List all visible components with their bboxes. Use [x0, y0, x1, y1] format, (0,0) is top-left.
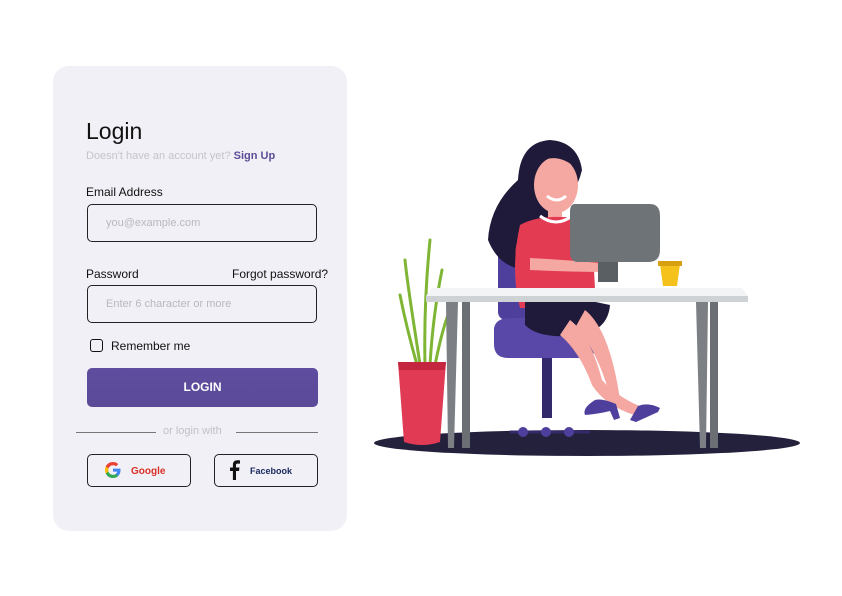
- chair-wheel: [541, 427, 551, 437]
- divider-left: [76, 432, 156, 433]
- google-label: Google: [131, 466, 166, 477]
- table-leg: [446, 302, 458, 448]
- remember-me-checkbox[interactable]: [90, 339, 103, 352]
- chair-wheel: [518, 427, 528, 437]
- no-account-text: Doesn't have an account yet?: [86, 150, 231, 162]
- coffee-cup-icon: [660, 264, 680, 286]
- forgot-password-link[interactable]: Forgot password?: [232, 267, 328, 281]
- remember-me-label: Remember me: [111, 339, 191, 353]
- facebook-label: Facebook: [250, 466, 293, 476]
- google-login-button[interactable]: Google: [87, 454, 191, 487]
- email-label: Email Address: [86, 185, 163, 199]
- workspace-illustration: [374, 140, 800, 456]
- sign-up-link[interactable]: Sign Up: [234, 150, 276, 162]
- chair-wheel: [564, 427, 574, 437]
- email-field[interactable]: you@example.com: [87, 204, 317, 242]
- signup-prompt: Doesn't have an account yet? Sign Up: [86, 150, 275, 162]
- plant-icon: [398, 238, 454, 367]
- table-leg: [696, 302, 708, 448]
- login-button[interactable]: LOGIN: [87, 368, 318, 407]
- facebook-icon: [228, 460, 240, 483]
- google-icon: [104, 461, 122, 482]
- table-leg: [710, 300, 718, 448]
- monitor-icon: [570, 204, 660, 262]
- table-leg: [462, 300, 470, 448]
- email-placeholder: you@example.com: [106, 217, 201, 229]
- facebook-login-button[interactable]: Facebook: [214, 454, 318, 487]
- password-placeholder: Enter 6 character or more: [106, 298, 232, 310]
- plant-pot-icon: [398, 362, 446, 445]
- login-card: Login Doesn't have an account yet? Sign …: [53, 66, 347, 531]
- woman-face: [534, 157, 578, 213]
- password-label: Password: [86, 267, 139, 281]
- table-top: [426, 288, 748, 296]
- divider-right: [236, 432, 318, 433]
- password-field[interactable]: Enter 6 character or more: [87, 285, 317, 323]
- page-title: Login: [86, 118, 143, 144]
- divider-text: or login with: [163, 425, 222, 437]
